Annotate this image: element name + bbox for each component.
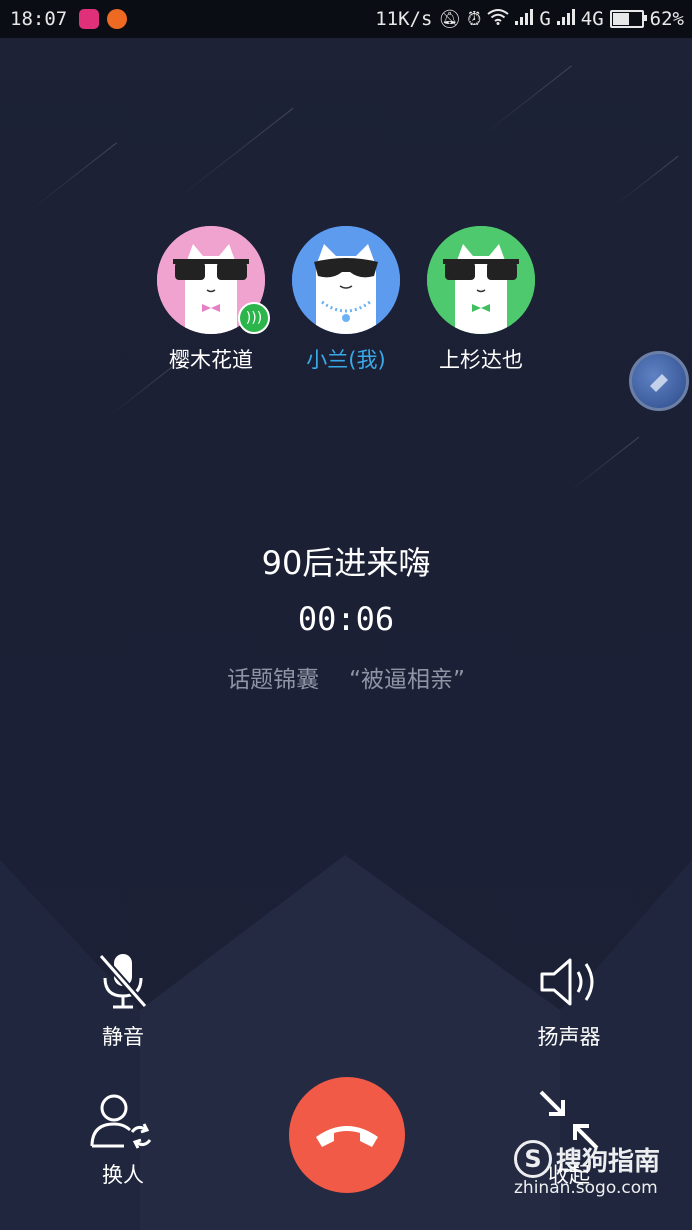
switch-person-label: 换人 <box>102 1163 144 1187</box>
mute-button[interactable]: 静音 <box>63 947 183 1051</box>
mute-label: 静音 <box>102 1025 144 1049</box>
speaker-icon <box>509 947 629 1017</box>
hang-up-phone-icon <box>316 1126 378 1147</box>
switch-person-icon <box>63 1085 183 1155</box>
hang-up-button[interactable] <box>289 1077 405 1193</box>
sogou-logo-icon: S <box>514 1140 552 1178</box>
watermark-url: zhinan.sogo.com <box>514 1178 658 1198</box>
mic-off-icon <box>63 947 183 1017</box>
watermark-brand: 搜狗指南 <box>556 1146 661 1177</box>
switch-person-button[interactable]: 换人 <box>63 1085 183 1189</box>
speaker-button[interactable]: 扬声器 <box>509 947 629 1051</box>
sogou-watermark: S 搜狗指南 zhinan.sogo.com <box>514 1140 686 1198</box>
speaker-label: 扬声器 <box>537 1025 601 1049</box>
